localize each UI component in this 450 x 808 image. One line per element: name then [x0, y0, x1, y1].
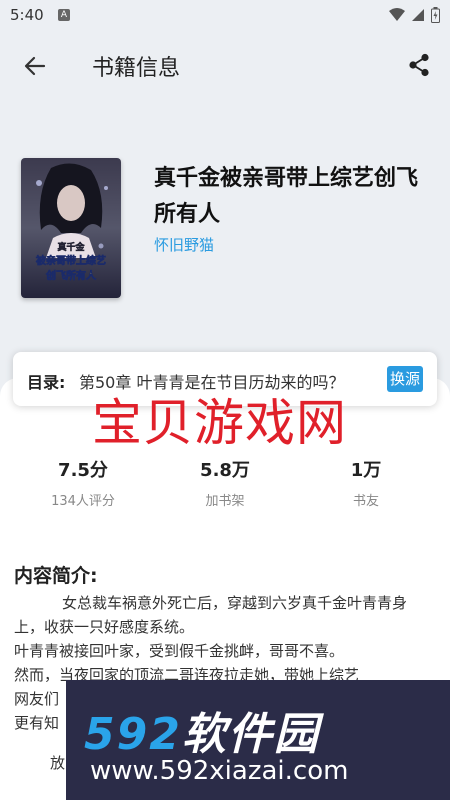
stat-rating-label: 134人评分 [51, 494, 115, 509]
intro-paragraph: 叶青青被接回叶家，受到假千金挑衅，哥哥不喜。 [14, 642, 345, 660]
site-logo-banner: 592软件园 www.592xiazai.com [66, 680, 450, 800]
book-cover[interactable]: 真千金 被亲哥带上综艺 创飞所有人 [21, 158, 121, 298]
book-title: 真千金被亲哥带上综艺创飞所有人 [154, 166, 419, 227]
battery-icon [431, 7, 440, 23]
site-url: www.592xiazai.com [90, 756, 349, 786]
signal-icon [412, 9, 424, 21]
stat-bookshelf-label: 加书架 [205, 494, 245, 509]
app-bar: 书籍信息 [0, 38, 450, 94]
site-logo-text: 软件园 [181, 709, 320, 760]
app-notification-icon: A [58, 9, 70, 21]
status-bar: 5:40 A [0, 0, 450, 32]
stat-readers-value: 1万 [350, 460, 382, 481]
stat-rating: 7.5分 134人评分 [23, 456, 143, 509]
toc-label: 目录: [27, 373, 66, 392]
cover-text-line3: 创飞所有人 [45, 269, 97, 282]
stat-readers-label: 书友 [352, 494, 379, 509]
book-cover-image: 真千金 被亲哥带上综艺 创飞所有人 [21, 158, 121, 298]
stat-bookshelf-value: 5.8万 [200, 460, 250, 481]
cover-text-line2: 被亲哥带上综艺 [36, 254, 106, 267]
stat-rating-value: 7.5分 [58, 460, 108, 481]
status-time: 5:40 [10, 6, 44, 24]
stat-bookshelf: 5.8万 加书架 [165, 456, 285, 509]
site-logo: 592软件园 [84, 698, 320, 762]
intro-heading: 内容简介: [14, 565, 98, 587]
site-logo-number: 592 [84, 709, 182, 760]
page-title: 书籍信息 [92, 56, 181, 81]
book-author[interactable]: 怀旧野猫 [154, 234, 214, 255]
intro-paragraph: 女总裁车祸意外死亡后，穿越到六岁真千金叶青青身上，收获一只好感度系统。 [14, 594, 408, 636]
cover-text-line1: 真千金 [57, 241, 85, 253]
share-icon[interactable] [408, 53, 430, 77]
status-icons [389, 7, 440, 23]
arrow-left-icon[interactable] [22, 53, 48, 79]
wifi-icon [389, 8, 405, 21]
switch-source-button[interactable]: 换源 [386, 366, 423, 392]
stat-readers: 1万 书友 [306, 456, 426, 509]
watermark-text: 宝贝游戏网 [92, 394, 347, 452]
